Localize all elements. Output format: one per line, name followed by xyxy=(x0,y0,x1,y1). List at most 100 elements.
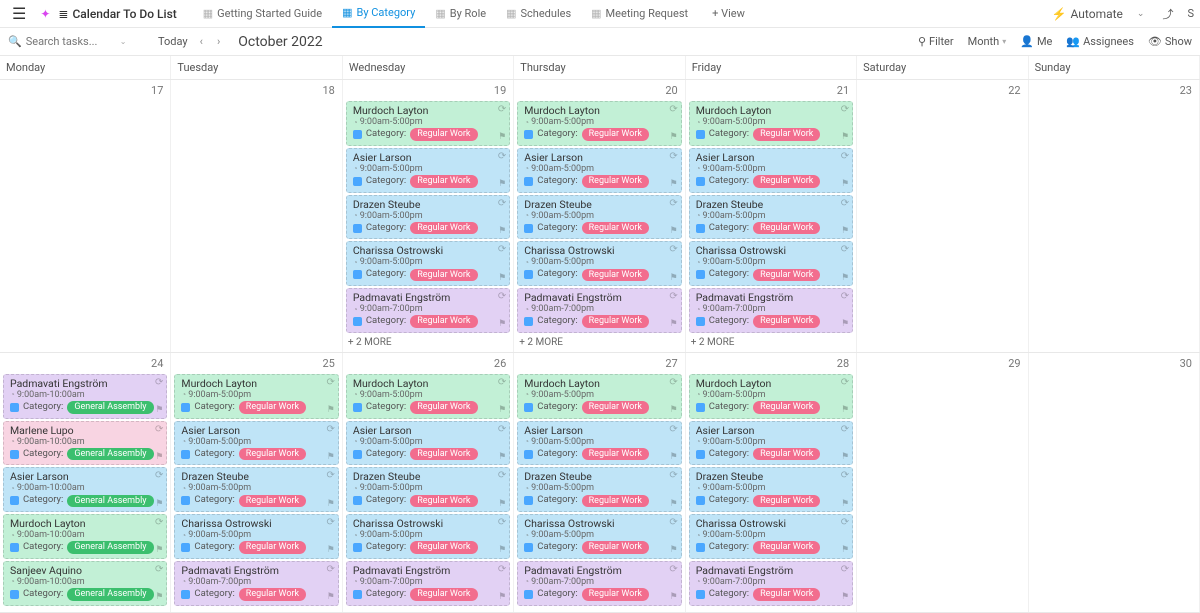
next-month-button[interactable]: › xyxy=(215,35,222,48)
category-tag[interactable]: Regular Work xyxy=(239,401,306,413)
view-tab[interactable]: ▦Meeting Request xyxy=(581,0,698,28)
event-card[interactable]: ⟳Murdoch Layton◔9:00am-5:00pmCategory:Re… xyxy=(689,374,853,419)
event-card[interactable]: ⟳Drazen Steube◔9:00am-5:00pmCategory:Reg… xyxy=(517,195,681,240)
event-card[interactable]: ⟳Drazen Steube◔9:00am-5:00pmCategory:Reg… xyxy=(346,195,510,240)
event-card[interactable]: ⟳Drazen Steube◔9:00am-5:00pmCategory:Reg… xyxy=(517,467,681,512)
category-tag[interactable]: Regular Work xyxy=(410,175,477,187)
category-tag[interactable]: General Assembly xyxy=(67,448,153,460)
calendar-cell[interactable]: 17 xyxy=(0,80,171,352)
event-card[interactable]: ⟳Murdoch Layton◔9:00am-5:00pmCategory:Re… xyxy=(517,101,681,146)
category-tag[interactable]: Regular Work xyxy=(753,495,820,507)
category-tag[interactable]: Regular Work xyxy=(410,222,477,234)
spark-icon[interactable]: ✦ xyxy=(36,7,54,21)
category-tag[interactable]: Regular Work xyxy=(582,175,649,187)
category-tag[interactable]: Regular Work xyxy=(753,222,820,234)
event-card[interactable]: ⟳Murdoch Layton◔9:00am-5:00pmCategory:Re… xyxy=(517,374,681,419)
category-tag[interactable]: Regular Work xyxy=(582,128,649,140)
month-picker[interactable]: Month▾ xyxy=(968,35,1007,48)
calendar-cell[interactable]: 27⟳Murdoch Layton◔9:00am-5:00pmCategory:… xyxy=(514,353,685,612)
event-card[interactable]: ⟳Drazen Steube◔9:00am-5:00pmCategory:Reg… xyxy=(346,467,510,512)
calendar-cell[interactable]: 24⟳Padmavati Engström◔9:00am-10:00amCate… xyxy=(0,353,171,612)
hamburger-icon[interactable]: ☰ xyxy=(6,4,32,23)
filter-button[interactable]: ⚲Filter xyxy=(918,35,954,48)
event-card[interactable]: ⟳Charissa Ostrowski◔9:00am-5:00pmCategor… xyxy=(517,514,681,559)
add-view-button[interactable]: + View xyxy=(702,0,755,28)
doc-title[interactable]: ≣ Calendar To Do List xyxy=(58,7,176,21)
event-card[interactable]: ⟳Charissa Ostrowski◔9:00am-5:00pmCategor… xyxy=(689,241,853,286)
category-tag[interactable]: Regular Work xyxy=(753,588,820,600)
calendar-cell[interactable]: 18 xyxy=(171,80,342,352)
category-tag[interactable]: Regular Work xyxy=(239,588,306,600)
calendar-cell[interactable]: 29 xyxy=(857,353,1028,612)
event-card[interactable]: ⟳Charissa Ostrowski◔9:00am-5:00pmCategor… xyxy=(174,514,338,559)
category-tag[interactable]: Regular Work xyxy=(753,401,820,413)
event-card[interactable]: ⟳Murdoch Layton◔9:00am-5:00pmCategory:Re… xyxy=(346,101,510,146)
event-card[interactable]: ⟳Padmavati Engström◔9:00am-7:00pmCategor… xyxy=(346,561,510,606)
event-card[interactable]: ⟳Murdoch Layton◔9:00am-5:00pmCategory:Re… xyxy=(689,101,853,146)
category-tag[interactable]: General Assembly xyxy=(67,495,153,507)
search-icon[interactable]: 🔍 xyxy=(8,35,22,48)
event-card[interactable]: ⟳Drazen Steube◔9:00am-5:00pmCategory:Reg… xyxy=(689,195,853,240)
today-button[interactable]: Today xyxy=(158,35,188,48)
event-card[interactable]: ⟳Asier Larson◔9:00am-5:00pmCategory:Regu… xyxy=(346,421,510,466)
event-card[interactable]: ⟳Murdoch Layton◔9:00am-5:00pmCategory:Re… xyxy=(174,374,338,419)
event-card[interactable]: ⟳Asier Larson◔9:00am-10:00amCategory:Gen… xyxy=(3,467,167,512)
event-card[interactable]: ⟳Padmavati Engström◔9:00am-7:00pmCategor… xyxy=(346,288,510,333)
event-card[interactable]: ⟳Asier Larson◔9:00am-5:00pmCategory:Regu… xyxy=(517,421,681,466)
category-tag[interactable]: Regular Work xyxy=(239,541,306,553)
automate-button[interactable]: ⚡ Automate xyxy=(1052,7,1123,21)
me-button[interactable]: 👤Me xyxy=(1020,35,1052,48)
calendar-cell[interactable]: 23 xyxy=(1029,80,1200,352)
event-card[interactable]: ⟳Padmavati Engström◔9:00am-10:00amCatego… xyxy=(3,374,167,419)
share-icon[interactable]: ⤴ xyxy=(1158,6,1177,22)
category-tag[interactable]: Regular Work xyxy=(239,495,306,507)
event-card[interactable]: ⟳Murdoch Layton◔9:00am-5:00pmCategory:Re… xyxy=(346,374,510,419)
category-tag[interactable]: Regular Work xyxy=(239,448,306,460)
event-card[interactable]: ⟳Charissa Ostrowski◔9:00am-5:00pmCategor… xyxy=(346,514,510,559)
category-tag[interactable]: Regular Work xyxy=(410,588,477,600)
category-tag[interactable]: Regular Work xyxy=(582,495,649,507)
event-card[interactable]: ⟳Asier Larson◔9:00am-5:00pmCategory:Regu… xyxy=(174,421,338,466)
chevron-down-icon[interactable]: ⌄ xyxy=(1133,9,1149,19)
assignees-button[interactable]: 👥Assignees xyxy=(1066,35,1134,48)
calendar-cell[interactable]: 25⟳Murdoch Layton◔9:00am-5:00pmCategory:… xyxy=(171,353,342,612)
event-card[interactable]: ⟳Asier Larson◔9:00am-5:00pmCategory:Regu… xyxy=(346,148,510,193)
calendar-cell[interactable]: 28⟳Murdoch Layton◔9:00am-5:00pmCategory:… xyxy=(686,353,857,612)
category-tag[interactable]: Regular Work xyxy=(753,541,820,553)
event-card[interactable]: ⟳Padmavati Engström◔9:00am-7:00pmCategor… xyxy=(517,561,681,606)
calendar-cell[interactable]: 19⟳Murdoch Layton◔9:00am-5:00pmCategory:… xyxy=(343,80,514,352)
event-card[interactable]: ⟳Charissa Ostrowski◔9:00am-5:00pmCategor… xyxy=(517,241,681,286)
more-events-button[interactable]: + 2 MORE xyxy=(517,335,681,348)
event-card[interactable]: ⟳Drazen Steube◔9:00am-5:00pmCategory:Reg… xyxy=(174,467,338,512)
event-card[interactable]: ⟳Marlene Lupo◔9:00am-10:00amCategory:Gen… xyxy=(3,421,167,466)
category-tag[interactable]: General Assembly xyxy=(67,588,153,600)
event-card[interactable]: ⟳Asier Larson◔9:00am-5:00pmCategory:Regu… xyxy=(517,148,681,193)
category-tag[interactable]: Regular Work xyxy=(582,448,649,460)
category-tag[interactable]: Regular Work xyxy=(753,448,820,460)
category-tag[interactable]: Regular Work xyxy=(582,269,649,281)
calendar-cell[interactable]: 21⟳Murdoch Layton◔9:00am-5:00pmCategory:… xyxy=(686,80,857,352)
view-tab[interactable]: ▦Schedules xyxy=(496,0,581,28)
calendar-cell[interactable]: 26⟳Murdoch Layton◔9:00am-5:00pmCategory:… xyxy=(343,353,514,612)
category-tag[interactable]: Regular Work xyxy=(410,315,477,327)
category-tag[interactable]: General Assembly xyxy=(67,541,153,553)
category-tag[interactable]: Regular Work xyxy=(753,128,820,140)
category-tag[interactable]: Regular Work xyxy=(410,541,477,553)
category-tag[interactable]: Regular Work xyxy=(410,495,477,507)
event-card[interactable]: ⟳Padmavati Engström◔9:00am-7:00pmCategor… xyxy=(689,288,853,333)
event-card[interactable]: ⟳Murdoch Layton◔9:00am-10:00amCategory:G… xyxy=(3,514,167,559)
category-tag[interactable]: Regular Work xyxy=(753,175,820,187)
more-events-button[interactable]: + 2 MORE xyxy=(346,335,510,348)
view-tab[interactable]: ▦By Role xyxy=(425,0,496,28)
event-card[interactable]: ⟳Padmavati Engström◔9:00am-7:00pmCategor… xyxy=(689,561,853,606)
event-card[interactable]: ⟳Padmavati Engström◔9:00am-7:00pmCategor… xyxy=(517,288,681,333)
calendar-cell[interactable]: 20⟳Murdoch Layton◔9:00am-5:00pmCategory:… xyxy=(514,80,685,352)
prev-month-button[interactable]: ‹ xyxy=(198,35,205,48)
category-tag[interactable]: Regular Work xyxy=(410,128,477,140)
event-card[interactable]: ⟳Asier Larson◔9:00am-5:00pmCategory:Regu… xyxy=(689,148,853,193)
category-tag[interactable]: Regular Work xyxy=(410,401,477,413)
event-card[interactable]: ⟳Drazen Steube◔9:00am-5:00pmCategory:Reg… xyxy=(689,467,853,512)
calendar-cell[interactable]: 30 xyxy=(1029,353,1200,612)
event-card[interactable]: ⟳Asier Larson◔9:00am-5:00pmCategory:Regu… xyxy=(689,421,853,466)
show-button[interactable]: 👁Show xyxy=(1148,35,1192,48)
